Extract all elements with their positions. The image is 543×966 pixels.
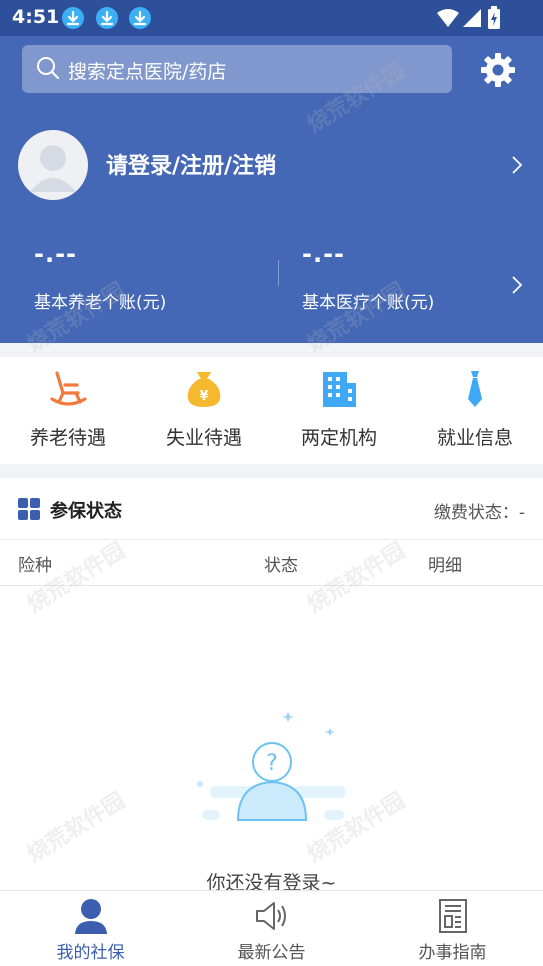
quick-services: 养老待遇 ¥ 失业待遇 两定机构 就业信息 bbox=[0, 357, 543, 464]
nav-my-social-security-label: 我的社保 bbox=[56, 943, 125, 963]
service-unemployment-label: 失业待遇 bbox=[165, 427, 242, 449]
service-pension[interactable]: 养老待遇 bbox=[0, 357, 136, 464]
pay-status: 缴费状态：- bbox=[433, 503, 525, 523]
medical-account-label: 基本医疗个账(元) bbox=[302, 293, 435, 313]
newspaper-icon bbox=[439, 899, 467, 933]
column-header-status: 状态 bbox=[264, 556, 298, 576]
person-icon bbox=[75, 899, 107, 934]
svg-text:?: ? bbox=[266, 751, 278, 776]
column-header-type: 险种 bbox=[18, 556, 52, 576]
search-input[interactable]: 搜索定点医院/药店 bbox=[22, 45, 452, 93]
grid-icon bbox=[18, 498, 40, 520]
chevron-right-icon[interactable] bbox=[509, 154, 525, 176]
download-icon bbox=[129, 7, 151, 29]
nav-announcements-label: 最新公告 bbox=[237, 943, 306, 963]
service-employment-label: 就业信息 bbox=[436, 427, 513, 449]
service-pension-label: 养老待遇 bbox=[29, 427, 106, 449]
search-placeholder: 搜索定点医院/药店 bbox=[68, 61, 227, 83]
download-icon bbox=[62, 7, 84, 29]
status-time: 4:51 bbox=[12, 6, 60, 28]
insurance-status-section: 参保状态 缴费状态：- 险种 状态 明细 ? 你还没有登录~ bbox=[0, 478, 543, 894]
header: 搜索定点医院/药店 请登录/注册/注销 -.-- 基本养老个账(元) -.-- bbox=[0, 36, 543, 343]
download-icon bbox=[96, 7, 118, 29]
money-bag-icon: ¥ bbox=[187, 372, 221, 407]
search-icon bbox=[37, 57, 60, 80]
pension-account-value: -.-- bbox=[34, 240, 77, 268]
building-icon bbox=[323, 372, 356, 407]
tie-icon bbox=[468, 371, 482, 407]
signal-icon bbox=[463, 9, 481, 27]
bottom-nav: 我的社保 最新公告 办事指南 bbox=[0, 890, 543, 966]
divider bbox=[0, 585, 543, 586]
service-unemployment[interactable]: ¥ 失业待遇 bbox=[136, 357, 272, 464]
divider bbox=[0, 464, 543, 478]
gear-icon[interactable] bbox=[478, 50, 518, 90]
nav-announcements[interactable]: 最新公告 bbox=[181, 891, 362, 966]
battery-icon bbox=[488, 6, 500, 29]
speaker-icon bbox=[256, 902, 286, 930]
rocking-chair-icon bbox=[50, 371, 87, 406]
nav-guide-label: 办事指南 bbox=[418, 943, 487, 963]
medical-account-value: -.-- bbox=[302, 240, 345, 268]
service-institutions-label: 两定机构 bbox=[300, 427, 377, 449]
pension-account-label: 基本养老个账(元) bbox=[34, 293, 167, 313]
section-title: 参保状态 bbox=[50, 501, 122, 522]
column-header-detail: 明细 bbox=[428, 556, 462, 576]
svg-text:¥: ¥ bbox=[199, 389, 208, 404]
avatar[interactable] bbox=[18, 130, 88, 200]
nav-guide[interactable]: 办事指南 bbox=[362, 891, 543, 966]
status-bar: 4:51 bbox=[0, 0, 543, 36]
divider bbox=[278, 260, 279, 286]
divider bbox=[0, 539, 543, 540]
empty-state-illustration: ? bbox=[197, 712, 346, 821]
service-institutions[interactable]: 两定机构 bbox=[271, 357, 407, 464]
divider bbox=[0, 343, 543, 357]
service-employment[interactable]: 就业信息 bbox=[407, 357, 543, 464]
wifi-icon bbox=[437, 9, 459, 27]
chevron-right-icon[interactable] bbox=[509, 274, 525, 296]
login-link[interactable]: 请登录/注册/注销 bbox=[106, 148, 276, 180]
nav-my-social-security[interactable]: 我的社保 bbox=[0, 891, 181, 966]
